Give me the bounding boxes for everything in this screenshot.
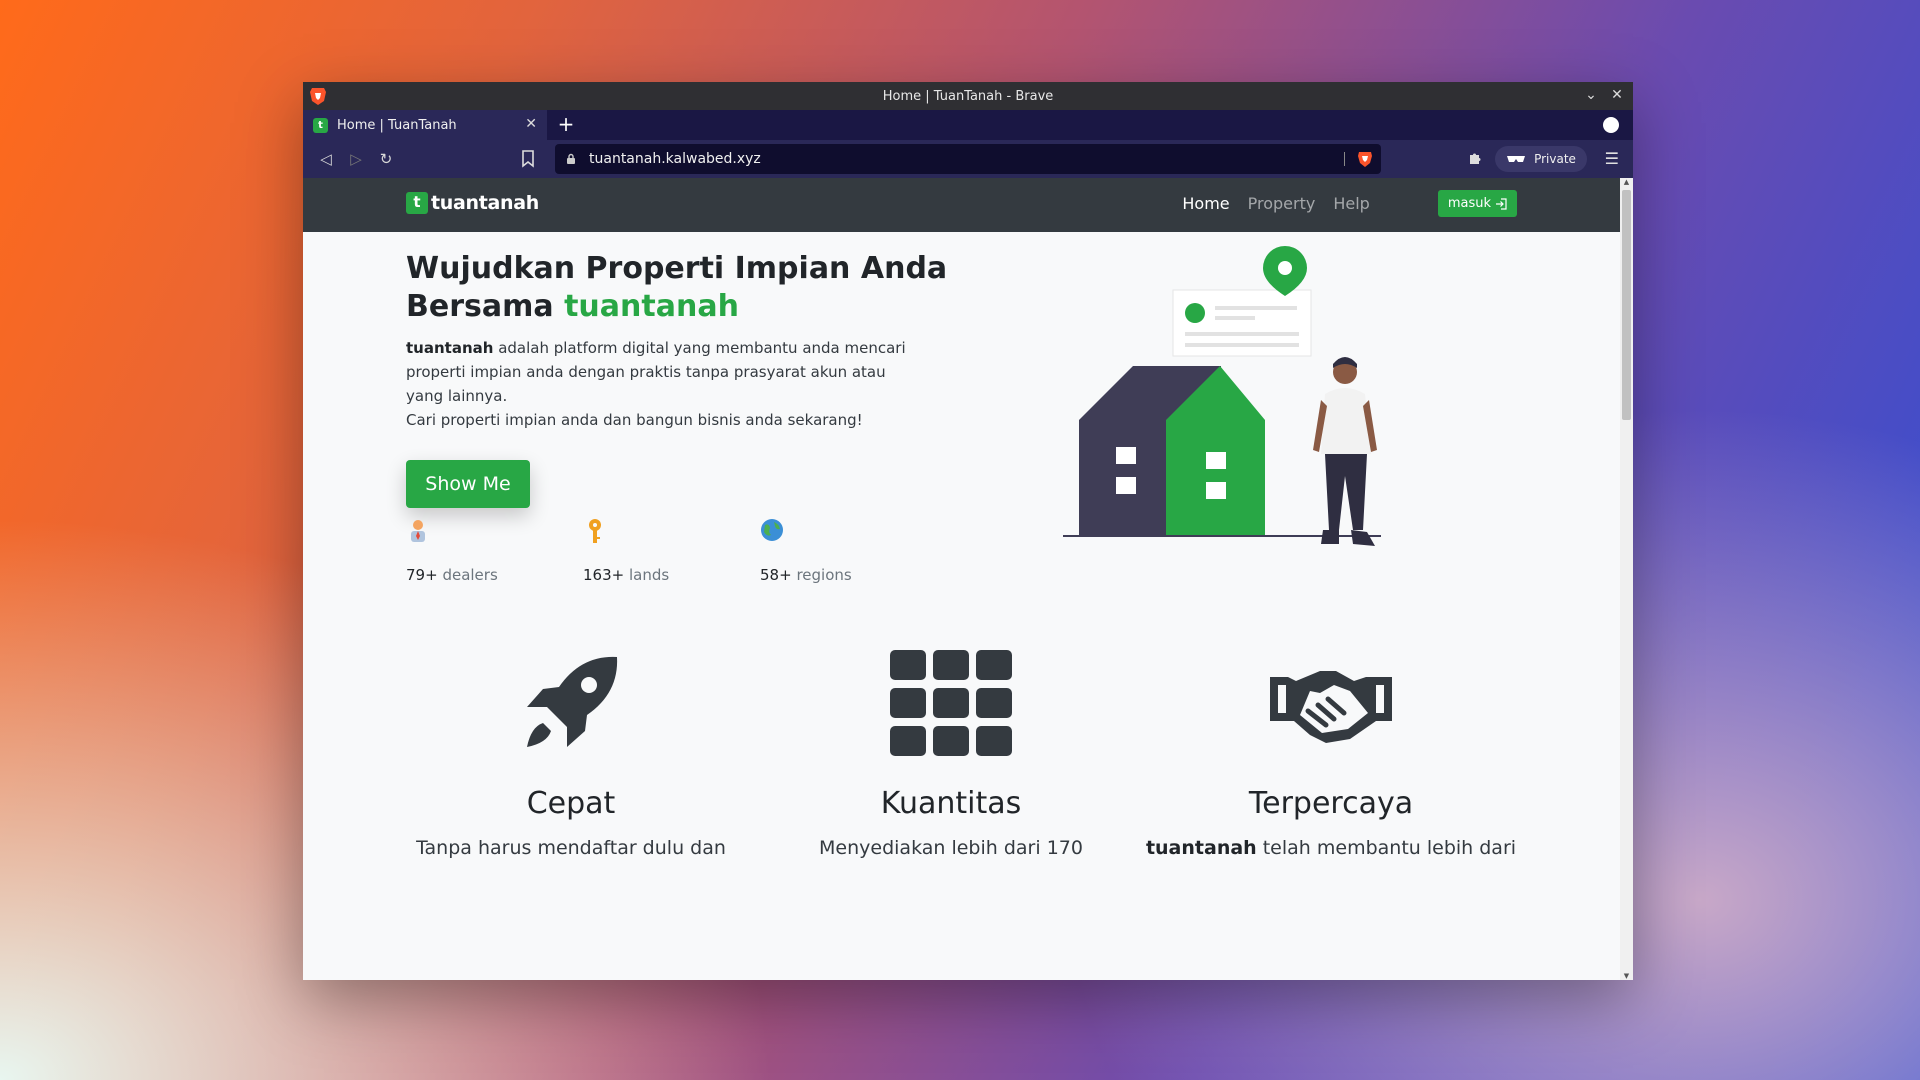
- nav-property[interactable]: Property: [1248, 194, 1316, 213]
- brave-lion-icon[interactable]: [309, 86, 327, 106]
- private-window-badge[interactable]: Private: [1495, 146, 1587, 172]
- feature-desc-brand: tuantanah: [1145, 837, 1257, 859]
- stat-dealers-value: 79+: [406, 566, 438, 584]
- profile-icon[interactable]: [1603, 117, 1619, 133]
- forward-icon[interactable]: ▷: [341, 144, 371, 174]
- tab-close-icon[interactable]: ✕: [525, 116, 537, 132]
- feature-title: Cepat: [526, 786, 616, 821]
- url-separator: [1344, 152, 1345, 166]
- show-me-button[interactable]: Show Me: [406, 460, 530, 508]
- card-dot: [1185, 303, 1205, 323]
- brave-shield-icon[interactable]: [1357, 150, 1373, 168]
- stat-regions-value: 58+: [760, 566, 792, 584]
- hero-title: Wujudkan Properti Impian Anda Bersama tu…: [406, 250, 966, 326]
- stat-dealers-unit: dealers: [442, 566, 498, 584]
- hero-desc-cta-text: Cari properti impian anda dan bangun bis…: [406, 411, 863, 429]
- scroll-down-arrow-icon[interactable]: ▼: [1622, 972, 1631, 980]
- feature-desc: Menyediakan lebih dari 170: [819, 837, 1083, 859]
- rocket-icon: [527, 656, 618, 747]
- sign-in-icon: [1496, 197, 1507, 210]
- logo-mark-icon: t: [406, 192, 428, 214]
- grid-icon: [890, 650, 1012, 756]
- dealer-icon: [411, 520, 425, 542]
- minimize-chevron-icon[interactable]: ⌄: [1583, 86, 1599, 104]
- hero-title-prefix: Bersama: [406, 289, 554, 324]
- window-title: Home | TuanTanah - Brave: [882, 88, 1054, 104]
- stat-lands: 163+ lands: [583, 518, 760, 584]
- features-section: Cepat Tanpa harus mendaftar dulu dan Kua…: [303, 648, 1620, 980]
- toolbar: ◁ ▷ ↻ tuantanah.kalwabed.xyz Private ☰: [303, 140, 1633, 178]
- tab-favicon-icon: t: [313, 117, 328, 133]
- bookmark-icon[interactable]: [521, 150, 535, 168]
- person-legs: [1325, 454, 1367, 530]
- feature-title: Kuantitas: [880, 786, 1022, 821]
- feature-terpercaya: Terpercaya tuantanah telah membantu lebi…: [1141, 648, 1521, 859]
- scroll-up-arrow-icon[interactable]: ▲: [1622, 178, 1631, 186]
- stats-row: 79+ dealers 163+ lands 58+ regions: [406, 518, 937, 584]
- login-button[interactable]: masuk: [1437, 190, 1517, 217]
- stat-regions: 58+ regions: [760, 518, 937, 584]
- feature-desc: tuantanah telah membantu lebih dari: [1141, 837, 1521, 859]
- stat-regions-unit: regions: [796, 566, 852, 584]
- private-label: Private: [1534, 152, 1576, 166]
- address-bar[interactable]: tuantanah.kalwabed.xyz: [555, 144, 1381, 174]
- tab-title: Home | TuanTanah: [337, 117, 457, 133]
- site-menu: Home Property Help masuk: [1182, 190, 1517, 217]
- feature-kuantitas: Kuantitas Menyediakan lebih dari 170: [761, 648, 1141, 859]
- lock-icon: [567, 153, 575, 164]
- login-label: masuk: [1447, 196, 1491, 211]
- person-body: [1321, 388, 1371, 454]
- reload-icon[interactable]: ↻: [371, 144, 401, 174]
- hero-illustration: [1063, 246, 1381, 546]
- page-scrollbar[interactable]: ▲ ▼: [1620, 178, 1633, 980]
- scrollbar-thumb[interactable]: [1622, 190, 1631, 420]
- site-navbar: t tuantanah Home Property Help masuk: [303, 178, 1633, 232]
- site-logo[interactable]: t tuantanah: [406, 192, 539, 214]
- nav-help[interactable]: Help: [1333, 194, 1369, 213]
- hero-desc-brand: tuantanah: [406, 339, 494, 357]
- tab-active[interactable]: t Home | TuanTanah ✕: [303, 110, 547, 140]
- feature-desc: Tanpa harus mendaftar dulu dan: [416, 837, 726, 859]
- private-glasses-icon: [1507, 156, 1526, 162]
- feature-title: Terpercaya: [1248, 786, 1414, 821]
- close-icon[interactable]: ✕: [1609, 86, 1625, 104]
- title-bar: Home | TuanTanah - Brave ⌄ ✕: [303, 82, 1633, 110]
- hero-title-brand: tuantanah: [564, 289, 739, 324]
- hero-title-line1: Wujudkan Properti Impian Anda: [406, 251, 948, 286]
- new-tab-icon[interactable]: +: [551, 110, 581, 140]
- logo-text: tuantanah: [431, 192, 540, 214]
- tab-strip: t Home | TuanTanah ✕ +: [303, 110, 1633, 140]
- handshake-icon: [1270, 671, 1392, 743]
- page-viewport: t tuantanah Home Property Help masuk Wuj…: [303, 178, 1633, 980]
- back-icon[interactable]: ◁: [311, 144, 341, 174]
- hamburger-menu-icon[interactable]: ☰: [1605, 149, 1619, 168]
- stat-lands-unit: lands: [628, 566, 670, 584]
- hero-description: tuantanah adalah platform digital yang m…: [406, 336, 906, 432]
- feature-cepat: Cepat Tanpa harus mendaftar dulu dan: [381, 648, 761, 859]
- stat-dealers: 79+ dealers: [406, 518, 583, 584]
- browser-window: Home | TuanTanah - Brave ⌄ ✕ t Home | Tu…: [303, 82, 1633, 980]
- extensions-puzzle-icon[interactable]: [1467, 151, 1483, 167]
- feature-desc-text: telah membantu lebih dari: [1256, 837, 1517, 859]
- globe-icon: [761, 519, 783, 541]
- url-text: tuantanah.kalwabed.xyz: [589, 151, 761, 167]
- stat-lands-value: 163+: [583, 566, 625, 584]
- key-icon: [589, 519, 601, 543]
- nav-home[interactable]: Home: [1182, 194, 1229, 213]
